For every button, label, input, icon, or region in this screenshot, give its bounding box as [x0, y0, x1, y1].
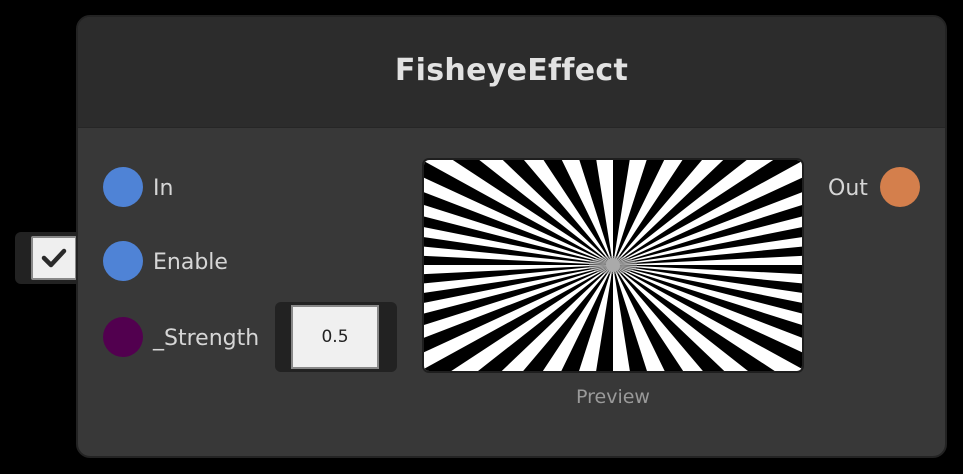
port-strength[interactable]: [103, 317, 143, 357]
port-out[interactable]: [880, 167, 920, 207]
strength-field-container: 0.5: [275, 302, 397, 372]
preview-caption: Preview: [576, 386, 650, 408]
node-header[interactable]: FisheyeEffect: [78, 17, 945, 128]
port-in[interactable]: [103, 167, 143, 207]
preview-image: [422, 158, 804, 373]
port-in-label: In: [153, 176, 174, 201]
port-out-label: Out: [828, 176, 868, 201]
port-enable[interactable]: [103, 241, 143, 281]
port-enable-label: Enable: [153, 250, 228, 275]
port-strength-label: _Strength: [153, 326, 260, 351]
node-title: FisheyeEffect: [394, 52, 629, 88]
fisheye-preview-pattern: [424, 160, 802, 371]
checkmark-icon: [41, 248, 67, 268]
enable-checkbox[interactable]: [31, 236, 77, 280]
strength-field[interactable]: 0.5: [291, 305, 379, 369]
